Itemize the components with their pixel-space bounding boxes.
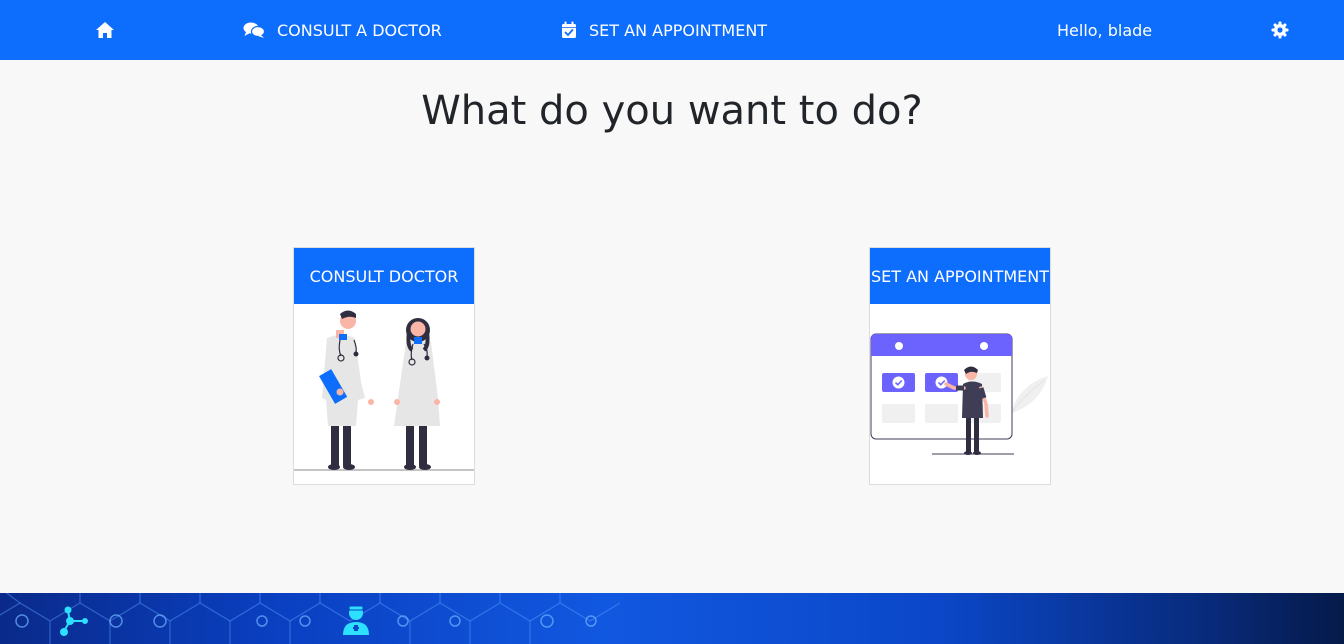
doctors-illustration	[294, 310, 474, 471]
consult-doctor-card-header[interactable]: CONSULT DOCTOR	[294, 248, 474, 304]
user-greeting-text: Hello, blade	[1057, 20, 1153, 40]
consult-doctor-card[interactable]: CONSULT DOCTOR	[293, 247, 475, 485]
set-appointment-card-label: SET AN APPOINTMENT	[870, 266, 1050, 286]
set-appointment-card[interactable]: SET AN APPOINTMENT	[869, 247, 1051, 485]
settings-button[interactable]	[1271, 0, 1289, 60]
calendar-illustration	[870, 333, 1048, 455]
male-doctor-figure	[319, 310, 374, 470]
page-title: What do you want to do?	[421, 88, 923, 134]
consult-doctor-nav-label: CONSULT A DOCTOR	[277, 20, 442, 40]
doctor-icon	[343, 605, 369, 635]
gear-icon	[1271, 21, 1289, 39]
chat-bubbles-icon	[243, 22, 265, 38]
set-appointment-nav-label: SET AN APPOINTMENT	[589, 20, 768, 40]
set-appointment-nav-link[interactable]: SET AN APPOINTMENT	[561, 0, 767, 60]
home-icon	[96, 22, 114, 38]
user-greeting: Hello, blade	[1057, 0, 1152, 60]
set-appointment-card-header[interactable]: SET AN APPOINTMENT	[870, 248, 1050, 304]
calendar-check-icon	[562, 21, 576, 38]
consult-doctor-nav-link[interactable]: CONSULT A DOCTOR	[243, 0, 442, 60]
top-navbar: CONSULT A DOCTOR SET AN APPOINTMENT Hell…	[0, 0, 1344, 60]
female-doctor-figure	[394, 318, 440, 470]
consult-doctor-card-label: CONSULT DOCTOR	[309, 266, 459, 286]
home-nav-link[interactable]	[95, 0, 115, 60]
hexagon-network-pattern	[0, 593, 621, 644]
footer-banner	[0, 593, 1344, 644]
